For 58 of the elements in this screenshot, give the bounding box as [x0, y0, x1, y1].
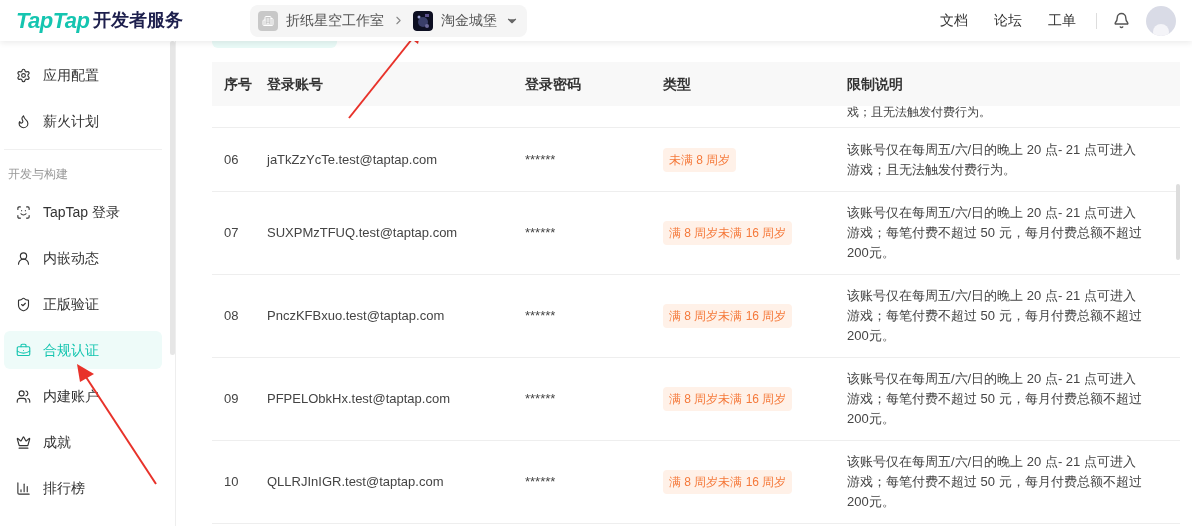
- nav-link[interactable]: 论坛: [994, 10, 1022, 31]
- user-icon: [16, 250, 31, 266]
- studio-icon: [258, 10, 278, 31]
- table-cell: 08: [224, 308, 239, 324]
- table-cell-text: 该账号仅在每周五/六/日的晚上 20 点- 21 点可进入游戏；每笔付费不超过 50 元，每月付费总额不超过 200元。: [847, 287, 1143, 345]
- sidebar-item[interactable]: TapTap 登录: [4, 193, 162, 231]
- table-cell: jaTkZzYcTe.test@taptap.com: [267, 151, 437, 167]
- bar-chart-icon: [16, 480, 31, 496]
- table-cell: 09: [224, 391, 239, 407]
- type-tag: 满 8 周岁未满 16 周岁: [663, 387, 793, 411]
- briefcase-icon: [16, 342, 31, 358]
- table-cell: 06: [224, 151, 239, 167]
- table-cell: 戏；且无法触发付费行为。: [847, 106, 991, 118]
- logo-subtitle: 开发者服务: [93, 9, 184, 32]
- section-title: 开发与构建: [7, 166, 69, 183]
- sidebar-item[interactable]: 正版验证: [4, 285, 162, 323]
- table-cell: ******: [525, 391, 556, 407]
- type-tag: 满 8 周岁未满 16 周岁: [663, 470, 793, 494]
- table-cell-text: 该账号仅在每周五/六/日的晚上 20 点- 21 点可进入游戏；每笔付费不超过 50 元，每月付费总额不超过 200元。: [847, 453, 1143, 511]
- table-cell: ******: [525, 308, 556, 324]
- flame-icon: [16, 113, 31, 129]
- column-header: 登录账号: [267, 75, 323, 92]
- nav-link[interactable]: 文档: [940, 10, 968, 31]
- type-tag: 满 8 周岁未满 16 周岁: [663, 221, 793, 245]
- table-cell-text: 该账号仅在每周五/六/日的晚上 20 点- 21 点可进入游戏；每笔付费不超过 50 元，每月付费总额不超过 200元。: [847, 370, 1143, 428]
- crown-icon: [16, 434, 31, 450]
- table-cell: PnczKFBxuo.test@taptap.com: [267, 308, 445, 324]
- breadcrumb-item[interactable]: 淘金城堡: [441, 10, 497, 31]
- table-cell-text: 该账号仅在每周五/六/日的晚上 20 点- 21 点可进入游戏；且无法触发付费行为。: [847, 140, 1137, 179]
- sidebar-item[interactable]: 排行榜: [4, 469, 162, 507]
- sidebar-item[interactable]: 薪火计划: [4, 102, 162, 140]
- table-cell: ******: [525, 151, 556, 167]
- nav-link[interactable]: 工单: [1048, 10, 1076, 31]
- table-cell: QLLRJInIGR.test@taptap.com: [267, 474, 444, 490]
- avatar[interactable]: [1146, 5, 1176, 36]
- table-cell: ******: [525, 474, 556, 490]
- table-cell: 10: [224, 474, 239, 490]
- type-tag: 未满 8 周岁: [663, 147, 737, 172]
- column-header: 类型: [663, 75, 691, 92]
- column-header: 限制说明: [847, 75, 903, 92]
- face-scan-icon: [16, 204, 31, 220]
- table-cell: 07: [224, 225, 239, 241]
- sidebar-item[interactable]: 成就: [4, 423, 162, 461]
- bell-icon[interactable]: [1113, 12, 1130, 29]
- column-header: 序号: [224, 75, 252, 92]
- users-icon: [16, 388, 31, 404]
- table-cell: SUXPMzTFUQ.test@taptap.com: [267, 225, 458, 241]
- shield-icon: [16, 296, 31, 312]
- table-cell: ******: [525, 225, 556, 241]
- type-tag: 满 8 周岁未满 16 周岁: [663, 304, 793, 328]
- sidebar-item[interactable]: 内嵌动态: [4, 239, 162, 277]
- breadcrumb-item[interactable]: 折纸星空工作室: [286, 10, 384, 31]
- sidebar-item[interactable]: 应用配置: [4, 56, 162, 94]
- column-header: 登录密码: [525, 75, 581, 92]
- gear-icon: [16, 67, 31, 83]
- table-cell: PFPELObkHx.test@taptap.com: [267, 391, 450, 407]
- logo-text: TapTap: [16, 7, 90, 35]
- table-cell-text: 该账号仅在每周五/六/日的晚上 20 点- 21 点可进入游戏；每笔付费不超过 50 元，每月付费总额不超过 200元。: [847, 204, 1143, 262]
